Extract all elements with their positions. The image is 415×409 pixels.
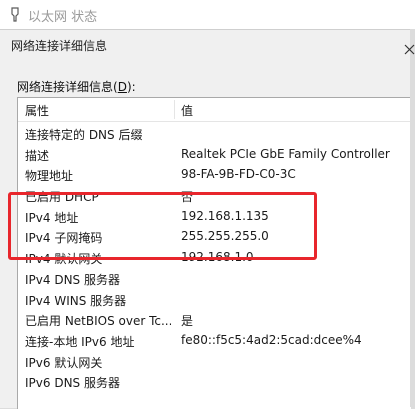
property-value: fe80::f5c5:4ad2:5cad:dcee%4: [181, 332, 362, 347]
property-name: 物理地址: [25, 169, 74, 184]
property-name: IPv6 DNS 服务器: [25, 376, 120, 391]
list-item[interactable]: IPv6 默认网关: [18, 351, 411, 372]
list-item[interactable]: 物理地址 98-FA-9B-FD-C0-3C: [18, 164, 411, 185]
property-name: 描述: [25, 148, 50, 163]
network-adapter-icon: [11, 7, 19, 22]
column-header-property[interactable]: 属性: [25, 102, 49, 119]
close-icon[interactable]: [404, 44, 415, 55]
red-highlight-box: [8, 192, 317, 260]
property-value: 98-FA-9B-FD-C0-3C: [181, 167, 296, 182]
list-item[interactable]: IPv6 DNS 服务器: [18, 371, 411, 392]
property-value: Realtek PCIe GbE Family Controller: [181, 146, 390, 161]
dialog-title: 网络连接详细信息: [11, 39, 108, 53]
background-window-edge: [410, 29, 415, 407]
column-header-value[interactable]: 值: [181, 102, 193, 119]
parent-window-title: 以太网 状态: [28, 10, 98, 25]
list-item[interactable]: 描述 Realtek PCIe GbE Family Controller: [18, 144, 411, 165]
property-name: IPv4 WINS 服务器: [25, 293, 127, 308]
property-name: IPv6 默认网关: [25, 355, 103, 370]
column-divider[interactable]: [174, 100, 175, 119]
details-section-label: 网络连接详细信息(D):: [17, 80, 136, 94]
list-item[interactable]: 连接特定的 DNS 后缀: [18, 123, 411, 144]
listview-header: 属性 值: [18, 98, 411, 122]
property-name: IPv4 DNS 服务器: [25, 272, 120, 287]
property-name: 连接特定的 DNS 后缀: [25, 128, 143, 142]
property-name: 连接-本地 IPv6 地址: [25, 334, 135, 349]
list-item[interactable]: IPv4 DNS 服务器: [18, 268, 411, 289]
property-name: 已启用 NetBIOS over Tc...: [25, 314, 171, 329]
property-value: 是: [181, 314, 194, 329]
list-item[interactable]: IPv4 WINS 服务器: [18, 289, 411, 310]
parent-window-titlebar: 以太网 状态: [0, 0, 415, 30]
list-item[interactable]: 连接-本地 IPv6 地址 fe80::f5c5:4ad2:5cad:dcee%4: [18, 330, 411, 351]
list-item[interactable]: 已启用 NetBIOS over Tc... 是: [18, 309, 411, 330]
